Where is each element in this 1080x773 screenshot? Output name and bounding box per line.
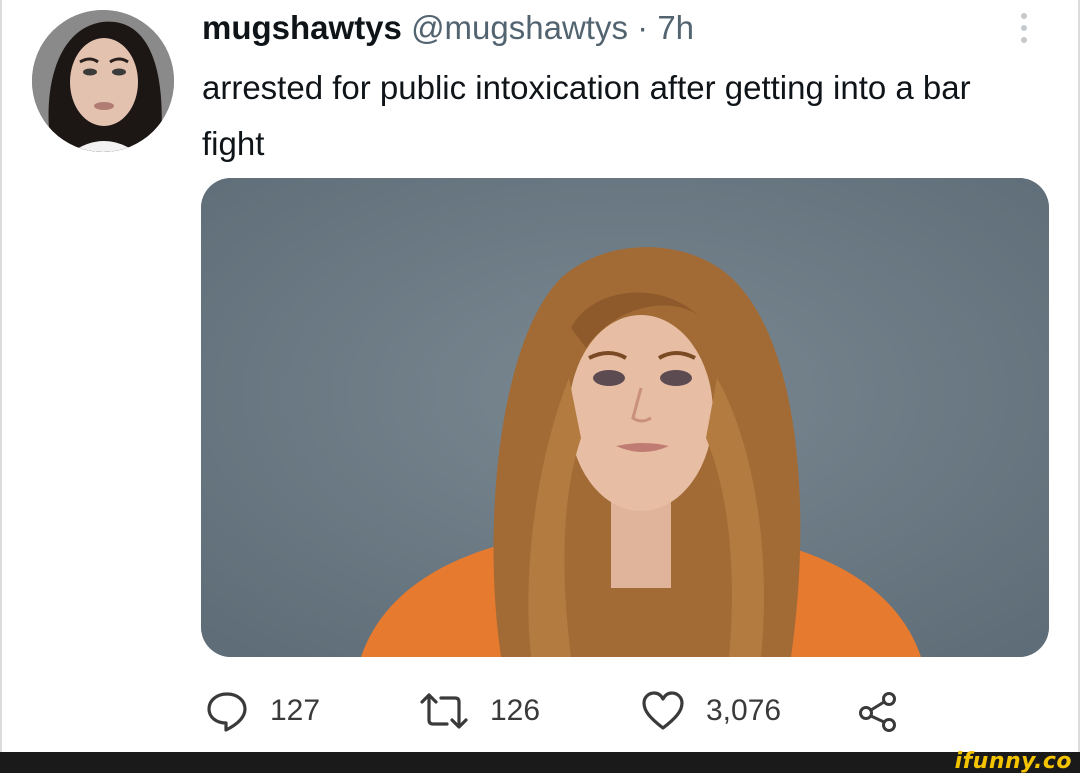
- reply-icon: [207, 692, 247, 732]
- retweet-count: 126: [490, 694, 541, 727]
- tweet-text: arrested for public intoxication after g…: [202, 69, 971, 162]
- retweet-icon: [420, 693, 468, 729]
- footer-bar: ifunny.co: [0, 749, 1080, 773]
- reply-button[interactable]: 127: [204, 686, 320, 736]
- watermark: ifunny.co: [954, 749, 1072, 773]
- frame-border-left: [0, 0, 2, 752]
- user-handle[interactable]: @mugshawtys: [411, 9, 628, 46]
- heart-icon: [642, 691, 684, 730]
- timestamp[interactable]: 7h: [657, 9, 694, 46]
- avatar[interactable]: [32, 10, 174, 152]
- tweet-header: mugshawtys @mugshawtys · 7h: [202, 8, 694, 48]
- separator-dot: ·: [637, 9, 649, 46]
- like-count: 3,076: [706, 694, 782, 727]
- display-name[interactable]: mugshawtys: [202, 9, 402, 46]
- share-button[interactable]: [856, 686, 902, 736]
- mugshot-image: [201, 178, 1049, 657]
- share-icon: [859, 692, 896, 732]
- tweet-actions: 127 126 3,076: [0, 686, 1080, 736]
- avatar-image: [32, 10, 174, 152]
- tweet-media[interactable]: [201, 178, 1049, 657]
- reply-count: 127: [270, 694, 321, 727]
- more-vertical-icon[interactable]: [1016, 10, 1032, 46]
- retweet-button[interactable]: 126: [418, 686, 540, 736]
- like-button[interactable]: 3,076: [640, 686, 781, 736]
